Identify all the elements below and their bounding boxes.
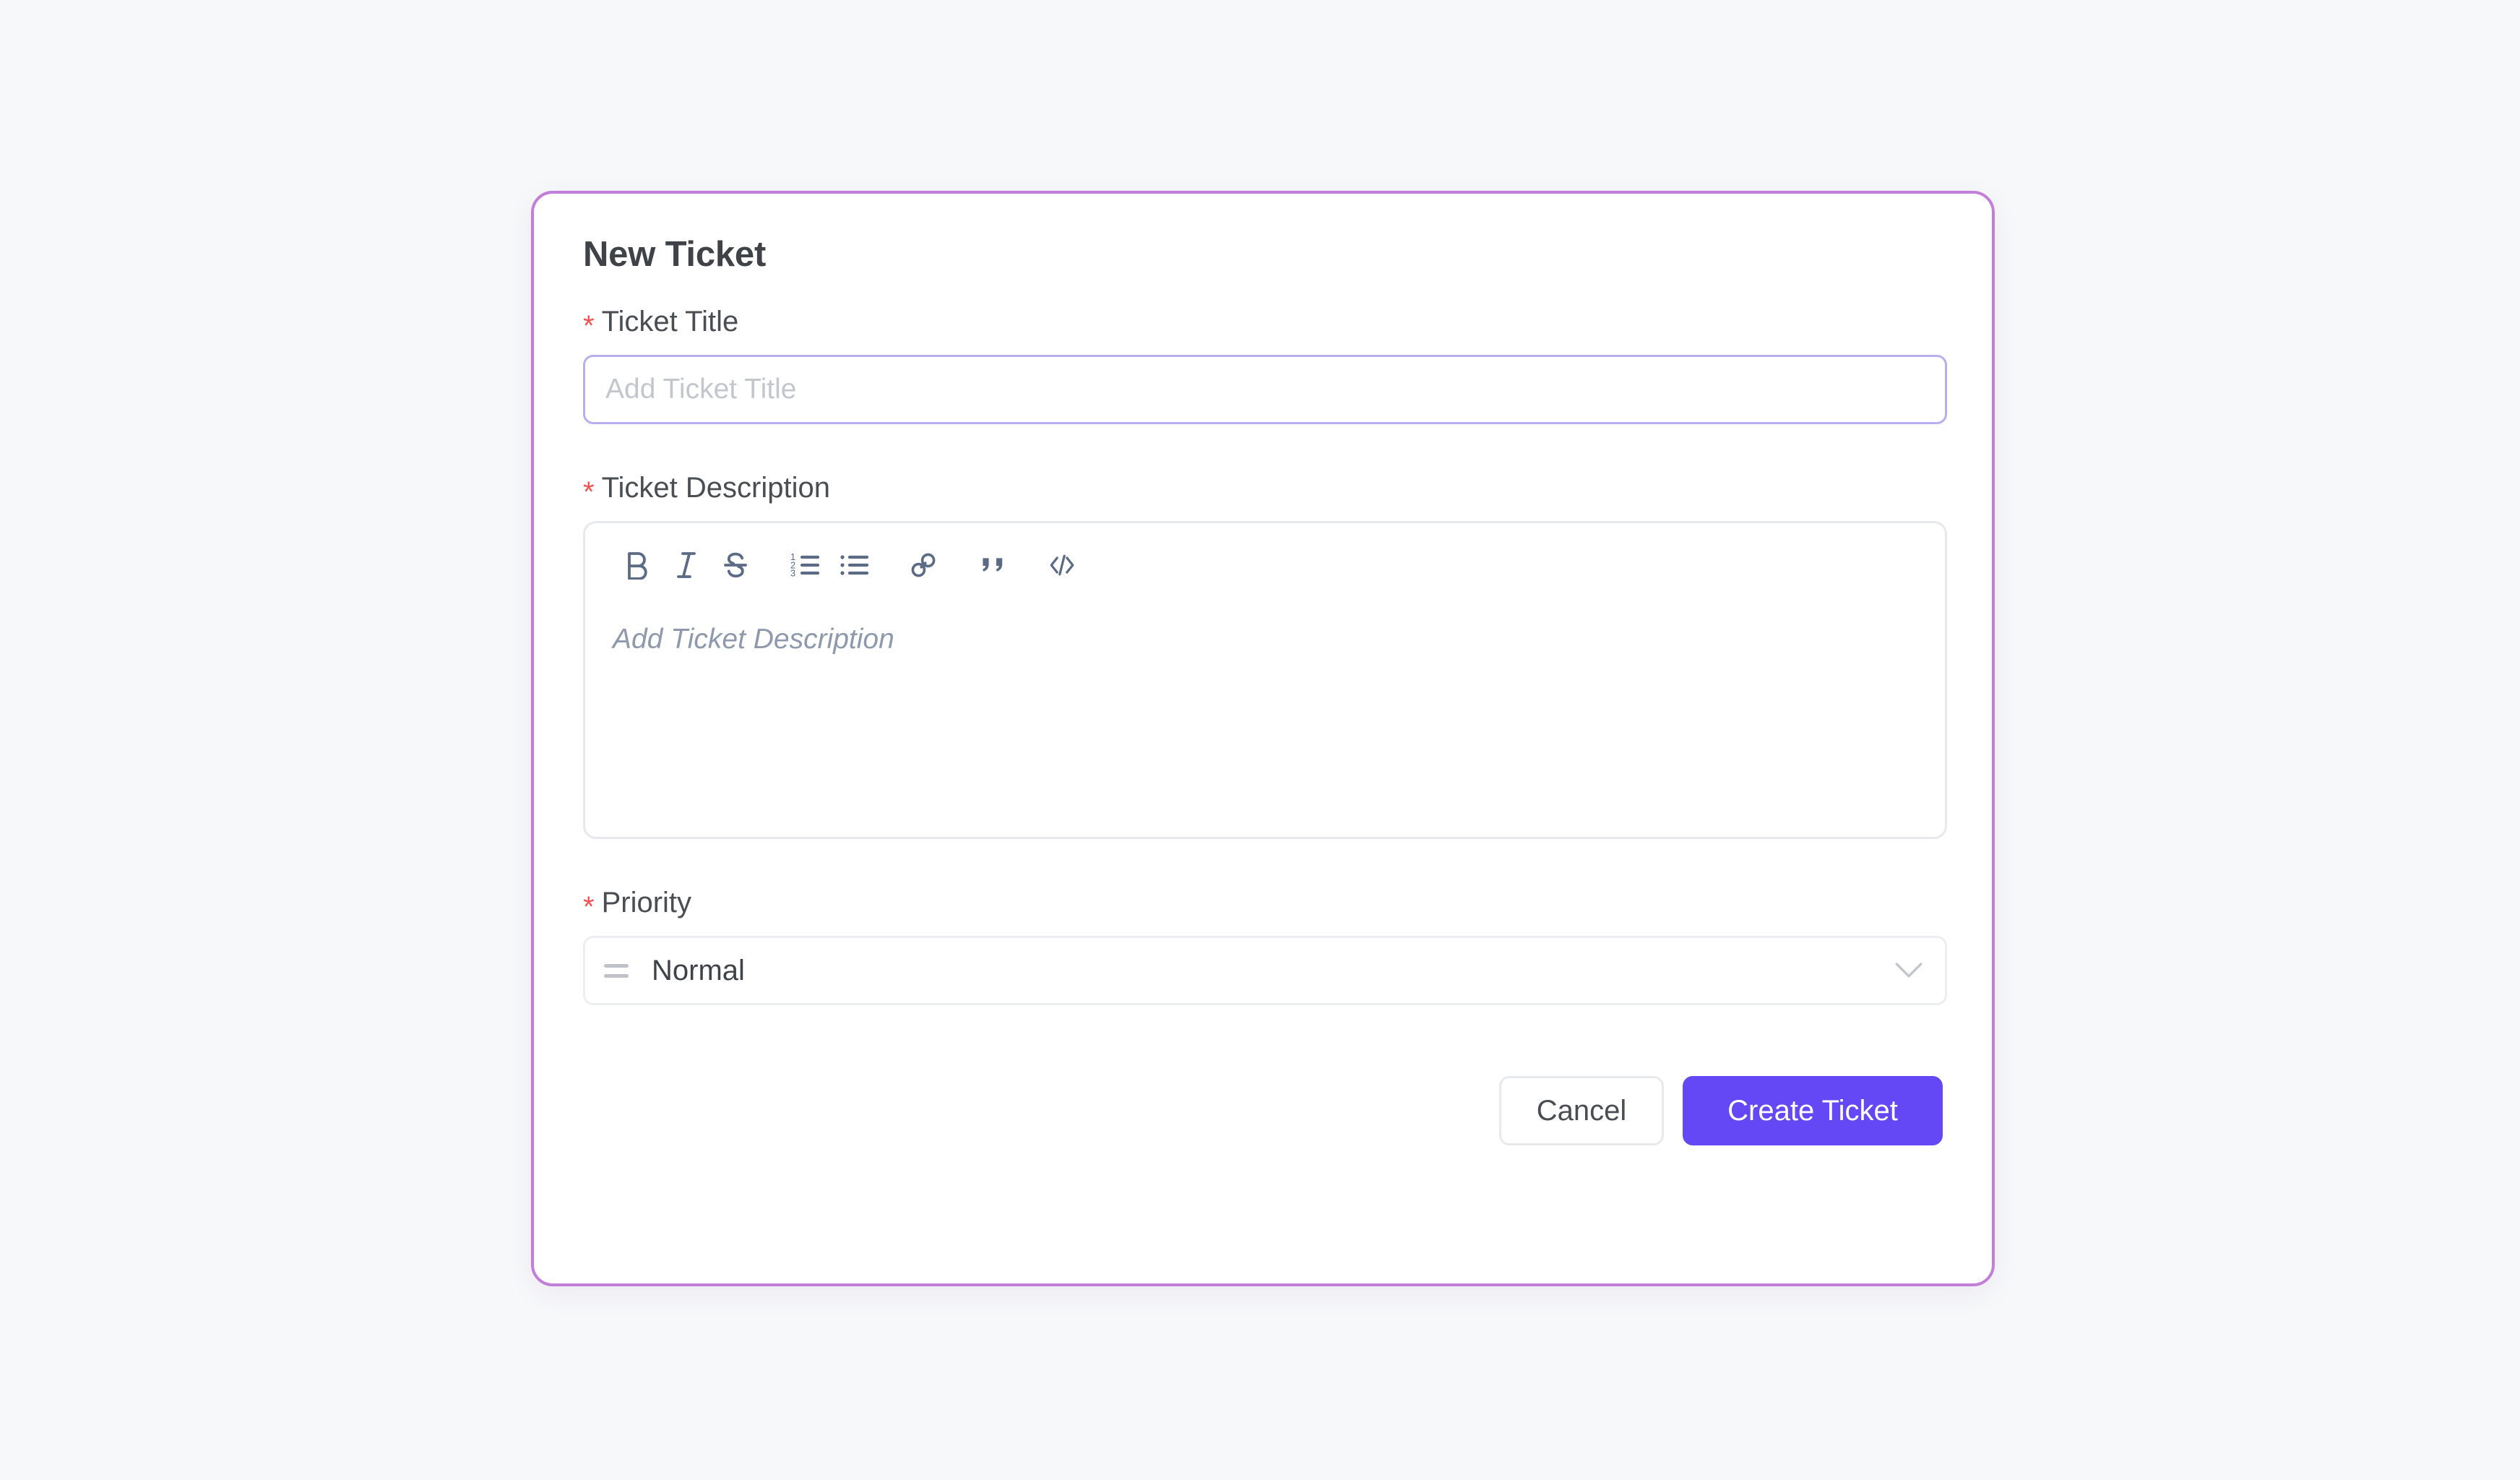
editor-toolbar: 1 2 3: [585, 523, 1945, 607]
ticket-description-label-text: Ticket Description: [601, 472, 830, 504]
ticket-description-placeholder: Add Ticket Description: [613, 624, 894, 655]
ticket-description-label: * Ticket Description: [583, 472, 1943, 507]
priority-select[interactable]: Normal: [583, 936, 1947, 1005]
code-icon[interactable]: [1037, 541, 1087, 590]
ticket-description-editor: 1 2 3 Add Ticket Description: [583, 521, 1947, 839]
strikethrough-icon[interactable]: [711, 541, 760, 590]
link-icon[interactable]: [899, 541, 948, 590]
dialog-footer: Cancel Create Ticket: [583, 1076, 1943, 1145]
priority-label-text: Priority: [601, 887, 692, 918]
quote-icon[interactable]: [968, 541, 1017, 590]
cancel-button[interactable]: Cancel: [1499, 1076, 1664, 1145]
ticket-description-textarea[interactable]: Add Ticket Description: [585, 607, 1945, 837]
ticket-title-label-text: Ticket Title: [601, 306, 739, 337]
ordered-list-icon[interactable]: 1 2 3: [780, 541, 829, 590]
app-canvas: New Ticket * Ticket Title * Ticket Descr…: [0, 0, 2520, 1480]
create-ticket-button[interactable]: Create Ticket: [1683, 1076, 1943, 1145]
chevron-down-icon[interactable]: [1894, 961, 1923, 980]
bold-icon[interactable]: [613, 541, 662, 590]
priority-normal-icon: [604, 955, 636, 986]
priority-selected-value: Normal: [652, 955, 745, 986]
bullet-list-icon[interactable]: [829, 541, 879, 590]
svg-text:3: 3: [790, 568, 795, 579]
required-asterisk-icon: *: [583, 891, 595, 923]
ticket-title-label: * Ticket Title: [583, 306, 1943, 340]
dialog-content: New Ticket * Ticket Title * Ticket Descr…: [583, 235, 1947, 1250]
priority-label: * Priority: [583, 887, 1943, 921]
italic-icon[interactable]: [662, 541, 711, 590]
ticket-title-input[interactable]: [583, 355, 1947, 424]
dialog-title: New Ticket: [583, 235, 767, 274]
required-asterisk-icon: *: [583, 476, 595, 508]
required-asterisk-icon: *: [583, 310, 595, 342]
new-ticket-dialog: New Ticket * Ticket Title * Ticket Descr…: [531, 191, 1995, 1286]
